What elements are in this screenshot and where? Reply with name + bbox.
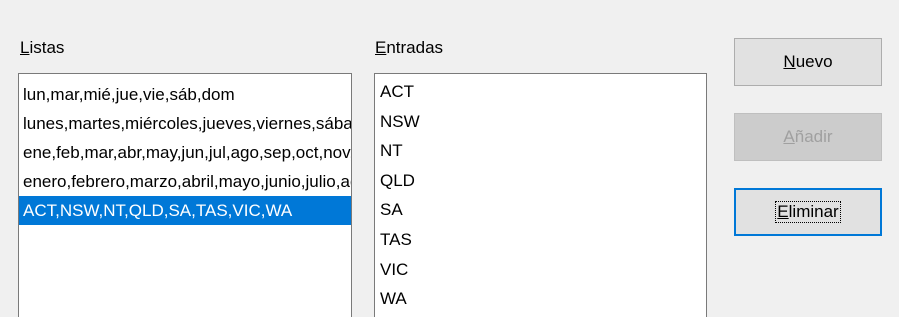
entry-line: QLD: [380, 170, 415, 190]
list-item-selected[interactable]: ACT,NSW,NT,QLD,SA,TAS,VIC,WA: [19, 196, 351, 225]
entry-line: SA: [380, 200, 403, 220]
list-item[interactable]: ene,feb,mar,abr,may,jun,jul,ago,sep,oct,…: [19, 138, 351, 167]
new-button-label: uevo: [795, 52, 833, 71]
add-button-accel: A: [783, 127, 795, 146]
lists-label: Listas: [20, 38, 64, 58]
add-button-label: ñadir: [794, 127, 833, 146]
entry-line: NSW: [380, 111, 420, 131]
new-button[interactable]: Nuevo: [734, 38, 882, 86]
entry-line: NT: [380, 141, 403, 161]
entries-label-rest: ntradas: [386, 38, 444, 57]
delete-button-focus-rect: Eliminar: [775, 201, 841, 223]
list-item[interactable]: enero,febrero,marzo,abril,mayo,junio,jul…: [19, 167, 351, 196]
entries-label-accel: E: [375, 38, 387, 57]
entry-line: WA: [380, 289, 407, 309]
entry-line: VIC: [380, 259, 409, 279]
entry-line: ACT: [380, 82, 414, 101]
sort-lists-dialog: Listas lun,mar,mié,jue,vie,sáb,dom lunes…: [0, 0, 899, 317]
delete-button[interactable]: Eliminar: [734, 188, 882, 236]
lists-listbox[interactable]: lun,mar,mié,jue,vie,sáb,dom lunes,martes…: [18, 73, 352, 317]
lists-label-rest: istas: [29, 38, 65, 57]
delete-button-label: liminar: [788, 202, 839, 221]
entries-label: Entradas: [375, 38, 443, 58]
entries-textarea[interactable]: ACT NSW NT QLD SA TAS VIC WA: [374, 73, 707, 317]
entry-line: TAS: [380, 229, 412, 249]
list-item[interactable]: lun,mar,mié,jue,vie,sáb,dom: [19, 80, 351, 109]
add-button[interactable]: Añadir: [734, 113, 882, 161]
new-button-accel: N: [783, 52, 796, 71]
list-item[interactable]: lunes,martes,miércoles,jueves,viernes,sá…: [19, 109, 351, 138]
delete-button-accel: E: [777, 202, 789, 221]
